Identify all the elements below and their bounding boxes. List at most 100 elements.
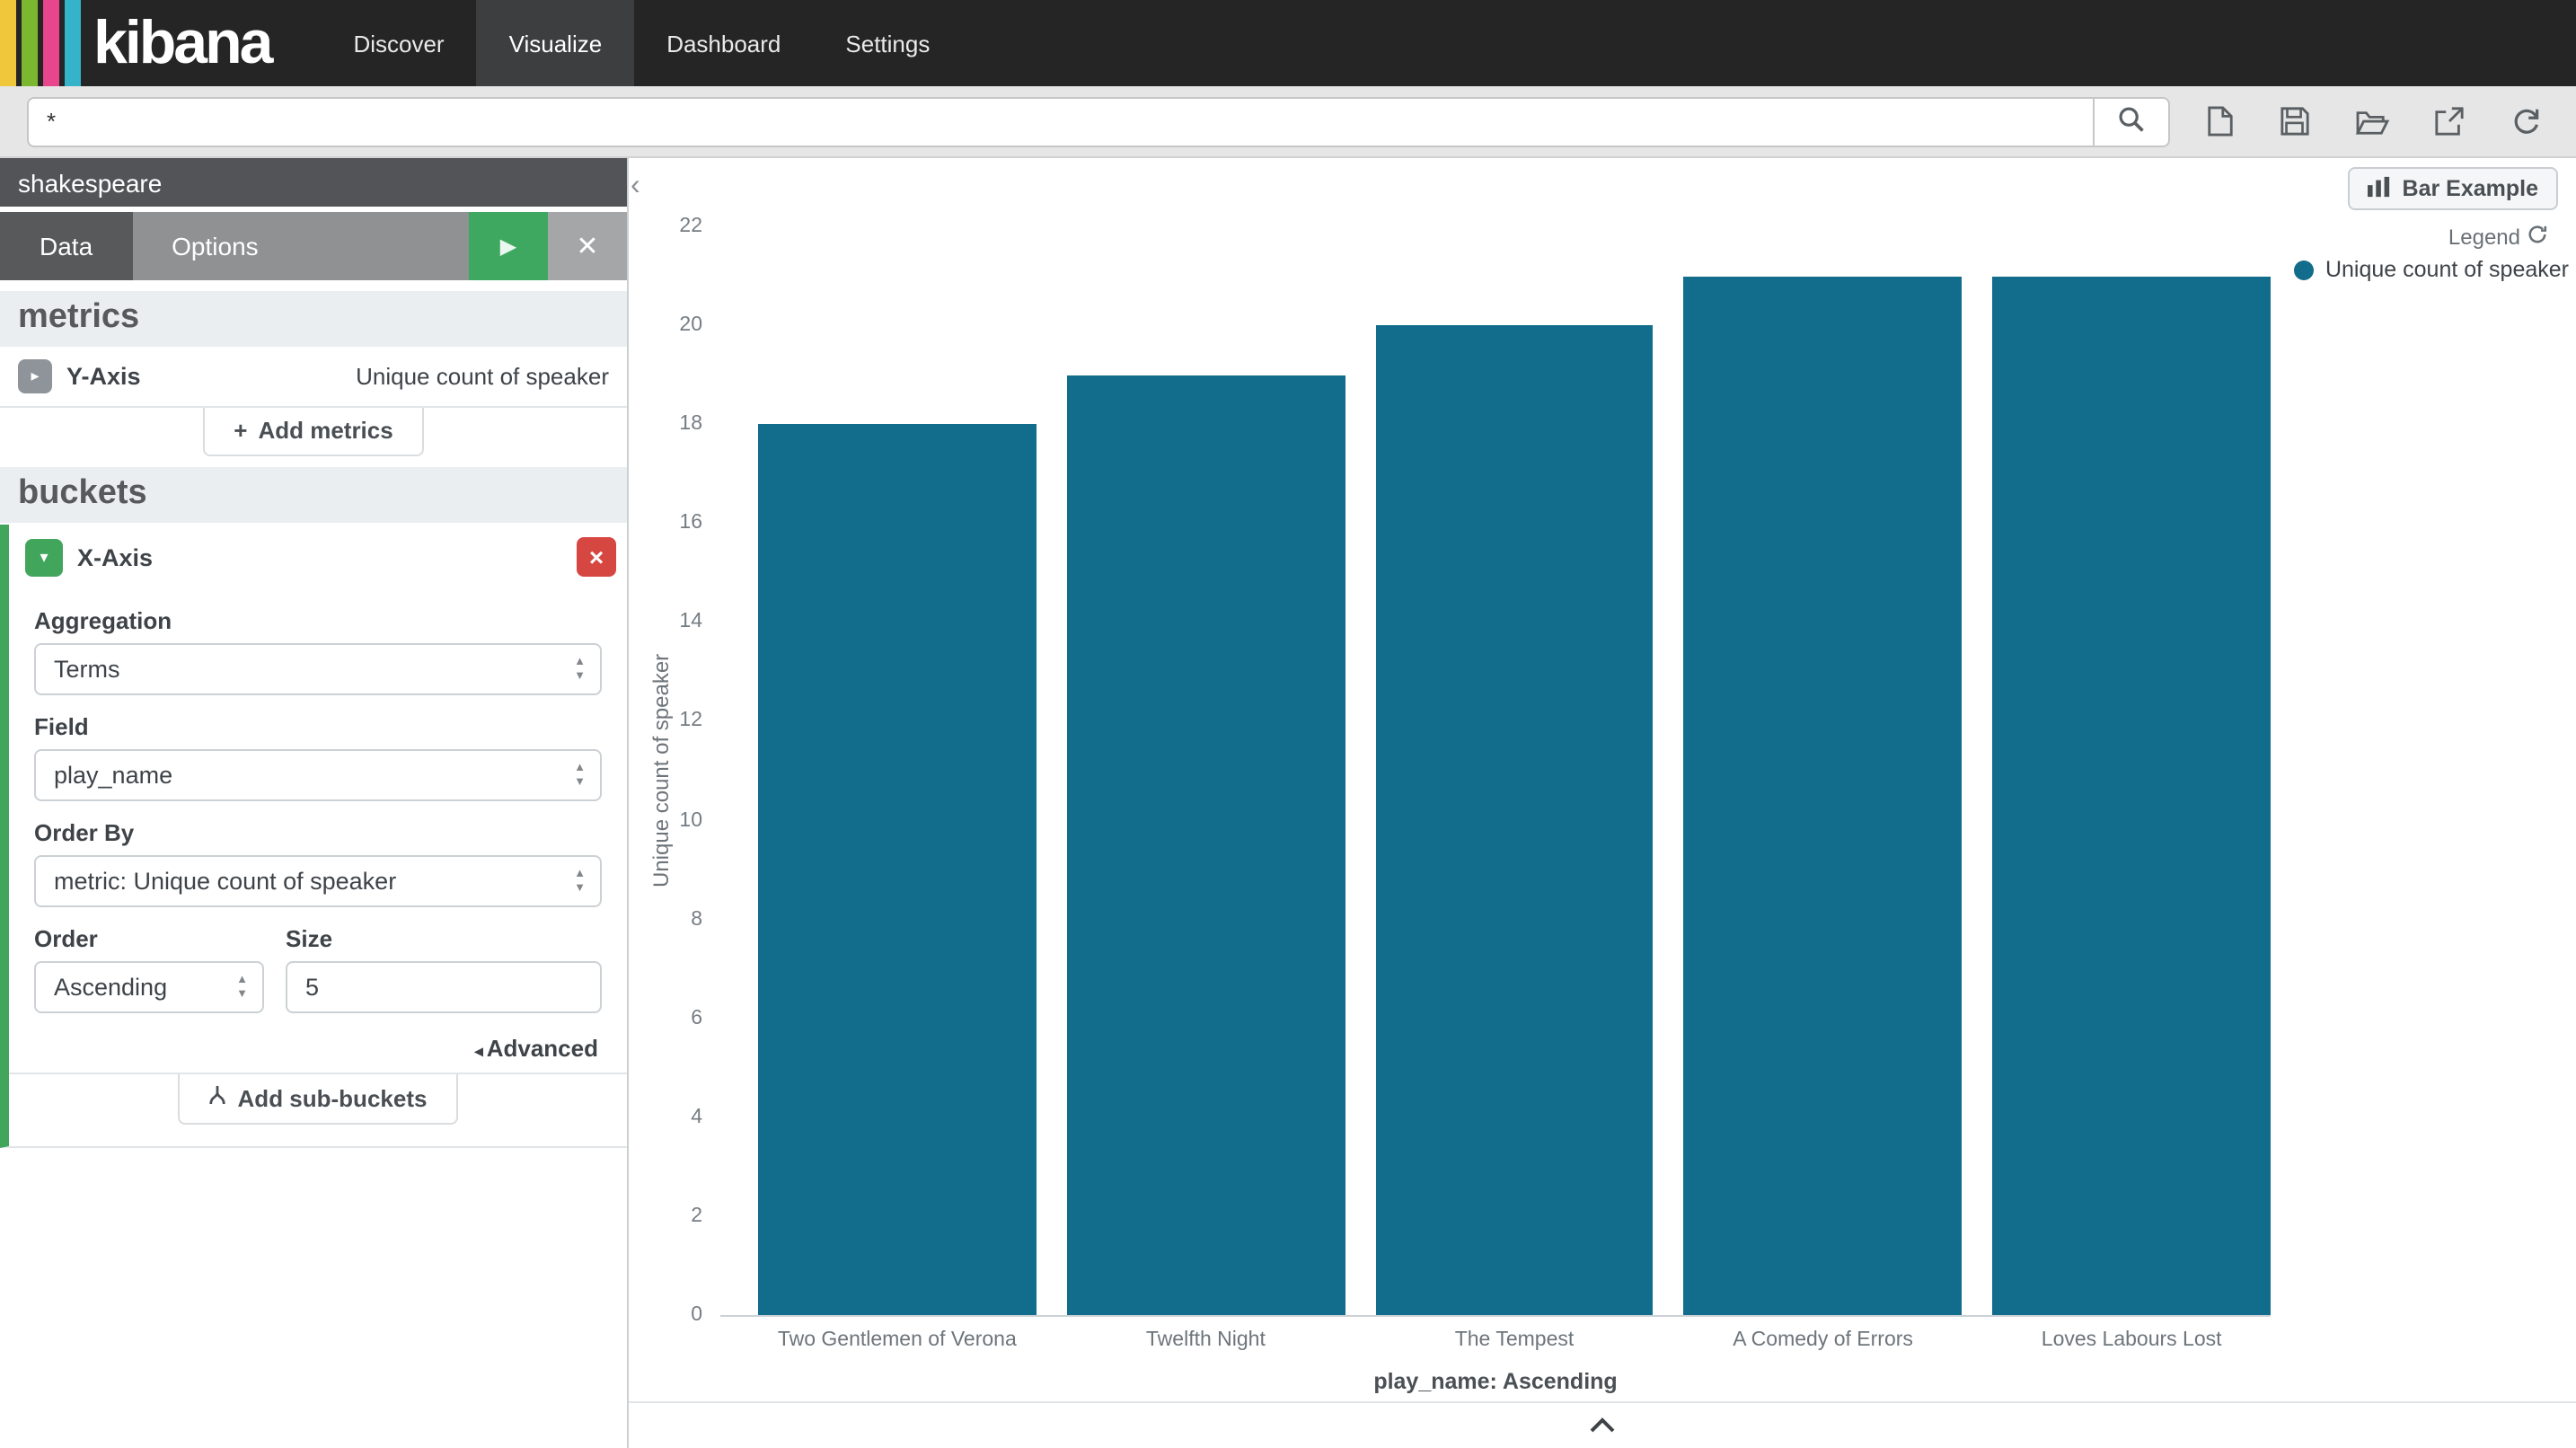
select-stepper-icon: ▲▼: [574, 762, 586, 790]
chevron-down-icon: ▾: [40, 547, 48, 567]
add-sub-buckets-button[interactable]: Add sub-buckets: [179, 1074, 458, 1125]
visualization-name-label: Bar Example: [2403, 176, 2538, 201]
legend-refresh-icon: [2527, 225, 2547, 250]
size-input[interactable]: [286, 961, 602, 1013]
order-by-select[interactable]: metric: Unique count of speaker ▲▼: [34, 855, 602, 907]
share-visualization-icon[interactable]: [2434, 106, 2465, 137]
y-axis-label: Y-Axis: [66, 363, 141, 390]
nav-item-discover[interactable]: Discover: [321, 0, 476, 86]
order-by-label: Order By: [34, 819, 602, 846]
kibana-logo: kibana: [0, 0, 321, 86]
bar[interactable]: [1992, 276, 2271, 1315]
x-axis-label: X-Axis: [77, 543, 153, 570]
visualization-name-button[interactable]: Bar Example: [2349, 167, 2558, 210]
order-size-row: Order Ascending ▲▼ Size: [34, 907, 602, 1013]
search-icon: [2116, 103, 2147, 139]
bar[interactable]: [1375, 325, 1654, 1315]
select-stepper-icon: ▲▼: [574, 868, 586, 896]
collapse-sidebar-button[interactable]: ‹: [631, 172, 640, 201]
field-value: play_name: [54, 762, 172, 789]
add-metrics-row: + Add metrics: [0, 406, 627, 456]
y-axis-agg-summary: Unique count of speaker: [356, 363, 609, 390]
index-pattern-header: shakespeare: [0, 158, 627, 207]
y-axis-expand-button[interactable]: ▸: [18, 359, 52, 393]
plus-icon: +: [234, 417, 247, 444]
nav-item-visualize[interactable]: Visualize: [477, 0, 635, 86]
triangle-left-icon: ◂: [475, 1042, 483, 1060]
new-visualization-icon[interactable]: [2206, 104, 2235, 138]
save-visualization-icon[interactable]: [2280, 106, 2310, 137]
x-tick-label: The Tempest: [1375, 1329, 1654, 1351]
bar[interactable]: [1067, 375, 1345, 1315]
y-tick-label: 6: [640, 1007, 702, 1029]
add-metrics-label: Add metrics: [258, 417, 393, 444]
apply-changes-button[interactable]: ▶: [469, 212, 548, 280]
x-tick-label: Loves Labours Lost: [1992, 1329, 2271, 1351]
advanced-toggle[interactable]: ◂Advanced: [38, 1035, 598, 1062]
order-label: Order: [34, 925, 264, 952]
field-select[interactable]: play_name ▲▼: [34, 749, 602, 801]
y-tick-label: 8: [640, 908, 702, 930]
add-sub-buckets-label: Add sub-buckets: [238, 1084, 428, 1111]
y-tick-label: 14: [640, 612, 702, 633]
select-stepper-icon: ▲▼: [574, 656, 586, 684]
tab-options[interactable]: Options: [132, 212, 298, 280]
y-tick-label: 10: [640, 809, 702, 831]
y-tick-label: 0: [640, 1304, 702, 1326]
main-content: shakespeare Data Options ▶ ✕ metrics ▸ Y…: [0, 158, 2576, 1448]
x-tick-label: Two Gentlemen of Verona: [758, 1329, 1037, 1351]
bars: [720, 226, 2271, 1315]
chevron-right-icon: ▸: [31, 366, 39, 386]
nav-item-dashboard[interactable]: Dashboard: [634, 0, 813, 86]
x-axis-collapse-button[interactable]: ▾: [25, 538, 63, 576]
play-icon: ▶: [500, 234, 516, 259]
add-metrics-button[interactable]: + Add metrics: [203, 408, 423, 456]
tab-data[interactable]: Data: [0, 212, 132, 280]
fork-icon: [209, 1083, 227, 1112]
x-tick-label: A Comedy of Errors: [1684, 1329, 1963, 1351]
legend-item-label: Unique count of speaker: [2325, 257, 2569, 282]
vis-editor-sidebar: shakespeare Data Options ▶ ✕ metrics ▸ Y…: [0, 158, 629, 1448]
kibana-logo-stripes-icon: [0, 0, 81, 86]
chevron-left-icon: ‹: [631, 171, 640, 201]
y-axis-title: Unique count of speaker: [648, 226, 674, 1315]
legend-label: Legend: [2448, 225, 2520, 250]
size-label: Size: [286, 925, 602, 952]
legend-toggle[interactable]: Legend: [2448, 225, 2547, 250]
editor-tabs: Data Options ▶ ✕: [0, 212, 627, 280]
search-input[interactable]: [27, 96, 2095, 146]
close-icon: ✕: [576, 232, 598, 262]
y-tick-label: 2: [640, 1205, 702, 1227]
order-by-value: metric: Unique count of speaker: [54, 868, 396, 895]
x-labels: Two Gentlemen of VeronaTwelfth NightThe …: [720, 1329, 2271, 1351]
bar-chart-icon: [2369, 175, 2392, 202]
order-select[interactable]: Ascending ▲▼: [34, 961, 264, 1013]
discard-changes-button[interactable]: ✕: [548, 212, 627, 280]
y-axis-metric-row: ▸ Y-Axis Unique count of speaker: [0, 347, 627, 406]
app: kibana DiscoverVisualizeDashboardSetting…: [0, 0, 2576, 1448]
remove-bucket-button[interactable]: ×: [577, 537, 616, 577]
refresh-icon[interactable]: [2510, 106, 2542, 137]
legend-color-dot: [2295, 260, 2315, 279]
advanced-label: Advanced: [487, 1035, 598, 1062]
visualization-panel: ‹ Bar Example Legend Unique count of spe…: [629, 158, 2576, 1448]
x-axis-bucket-editor: ▾ X-Axis × Aggregation Terms ▲▼ Field pl…: [0, 525, 627, 1148]
close-icon: ×: [589, 543, 604, 571]
query-bar: [0, 86, 2576, 158]
chevron-up-icon: [1588, 1412, 1617, 1439]
brand-title: kibana: [93, 4, 270, 83]
y-tick-label: 18: [640, 413, 702, 435]
nav-items: DiscoverVisualizeDashboardSettings: [321, 0, 962, 86]
y-tick-label: 22: [640, 216, 702, 237]
load-visualization-icon[interactable]: [2355, 107, 2389, 136]
aggregation-select[interactable]: Terms ▲▼: [34, 643, 602, 695]
y-tick-label: 4: [640, 1107, 702, 1128]
y-tick-label: 16: [640, 513, 702, 534]
bar[interactable]: [1684, 276, 1963, 1315]
field-label: Field: [34, 713, 602, 740]
nav-item-settings[interactable]: Settings: [813, 0, 962, 86]
open-spy-panel-button[interactable]: [1552, 1403, 1653, 1448]
legend-item[interactable]: Unique count of speaker: [2295, 257, 2569, 282]
search-button[interactable]: [2093, 96, 2170, 146]
bar[interactable]: [758, 424, 1037, 1315]
